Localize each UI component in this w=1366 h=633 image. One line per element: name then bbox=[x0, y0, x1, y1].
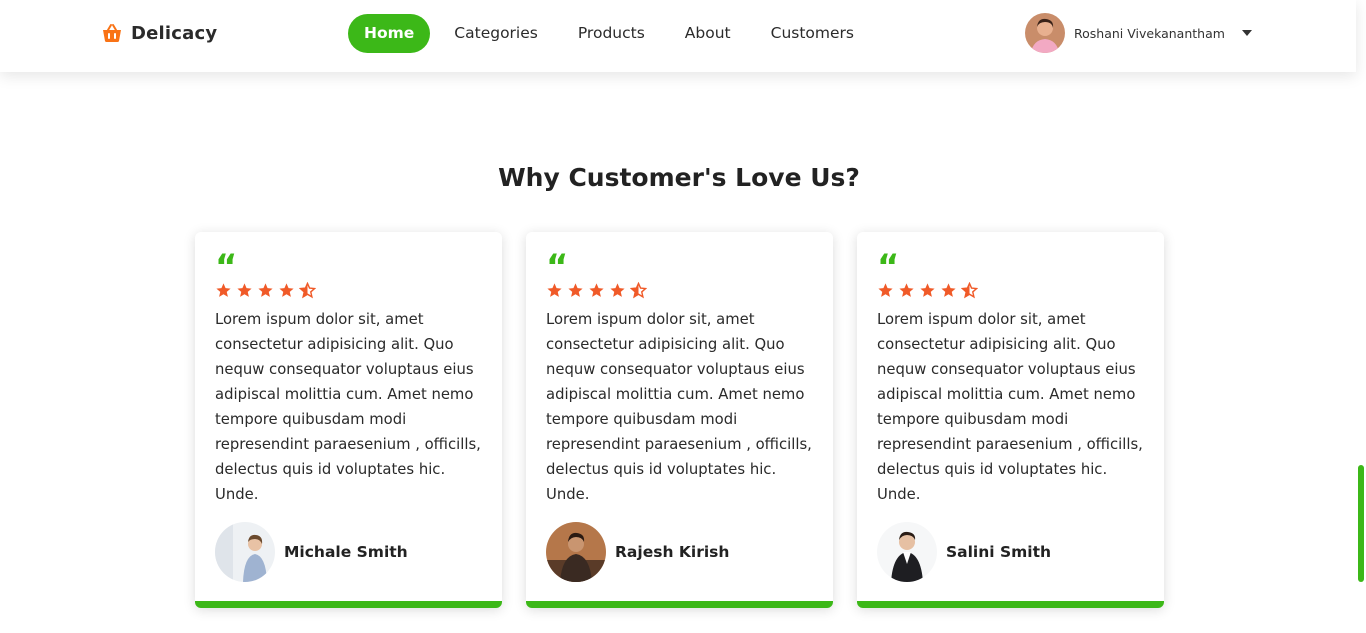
star-full-icon bbox=[257, 282, 274, 299]
star-half-icon bbox=[629, 281, 648, 299]
star-full-icon bbox=[609, 282, 626, 299]
review-text: Lorem ispum dolor sit, amet consectetur … bbox=[877, 311, 1143, 503]
quote-icon: “ bbox=[215, 247, 238, 287]
author-name: Rajesh Kirish bbox=[615, 543, 730, 561]
testimonial-list: “ Lorem ispum dolor sit, amet consectetu… bbox=[195, 232, 1164, 608]
author-avatar bbox=[215, 522, 275, 582]
user-avatar[interactable] bbox=[1025, 13, 1065, 53]
author-name: Michale Smith bbox=[284, 543, 408, 561]
brand-name: Delicacy bbox=[131, 22, 218, 44]
user-name[interactable]: Roshani Vivekanantham bbox=[1074, 26, 1225, 41]
user-menu[interactable]: Roshani Vivekanantham bbox=[1025, 13, 1252, 53]
testimonial-card: “ Lorem ispum dolor sit, amet consectetu… bbox=[195, 232, 502, 608]
quote-icon: “ bbox=[546, 247, 569, 287]
star-full-icon bbox=[215, 282, 232, 299]
star-full-icon bbox=[877, 282, 894, 299]
star-rating bbox=[877, 281, 979, 299]
review-text: Lorem ispum dolor sit, amet consectetur … bbox=[546, 311, 812, 503]
star-full-icon bbox=[567, 282, 584, 299]
review-author: Rajesh Kirish bbox=[546, 522, 729, 582]
star-rating bbox=[546, 281, 648, 299]
nav-about[interactable]: About bbox=[669, 14, 747, 53]
star-full-icon bbox=[588, 282, 605, 299]
brand-logo[interactable]: Delicacy bbox=[101, 20, 217, 46]
star-full-icon bbox=[546, 282, 563, 299]
page-scrollbar[interactable] bbox=[1356, 0, 1366, 633]
star-full-icon bbox=[278, 282, 295, 299]
card-accent-bar bbox=[526, 601, 833, 608]
nav-home[interactable]: Home bbox=[348, 14, 431, 53]
star-full-icon bbox=[919, 282, 936, 299]
main-nav: Home Categories Products About Customers bbox=[348, 14, 878, 53]
nav-categories[interactable]: Categories bbox=[438, 14, 554, 53]
testimonial-card: “ Lorem ispum dolor sit, amet consectetu… bbox=[526, 232, 833, 608]
author-avatar bbox=[877, 522, 937, 582]
star-full-icon bbox=[940, 282, 957, 299]
star-rating bbox=[215, 281, 317, 299]
card-accent-bar bbox=[857, 601, 1164, 608]
card-accent-bar bbox=[195, 601, 502, 608]
section-title: Why Customer's Love Us? bbox=[498, 163, 860, 192]
author-avatar bbox=[546, 522, 606, 582]
nav-customers[interactable]: Customers bbox=[755, 14, 870, 53]
author-name: Salini Smith bbox=[946, 543, 1052, 561]
review-text: Lorem ispum dolor sit, amet consectetur … bbox=[215, 311, 481, 503]
top-navbar: Delicacy Home Categories Products About … bbox=[0, 0, 1356, 72]
testimonial-card: “ Lorem ispum dolor sit, amet consectetu… bbox=[857, 232, 1164, 608]
quote-icon: “ bbox=[877, 247, 900, 287]
nav-products[interactable]: Products bbox=[562, 14, 661, 53]
caret-down-icon[interactable] bbox=[1241, 30, 1252, 36]
basket-icon bbox=[101, 22, 123, 44]
scrollbar-thumb[interactable] bbox=[1358, 465, 1364, 582]
star-full-icon bbox=[898, 282, 915, 299]
star-half-icon bbox=[960, 281, 979, 299]
review-author: Michale Smith bbox=[215, 522, 408, 582]
star-half-icon bbox=[298, 281, 317, 299]
review-author: Salini Smith bbox=[877, 522, 1051, 582]
star-full-icon bbox=[236, 282, 253, 299]
